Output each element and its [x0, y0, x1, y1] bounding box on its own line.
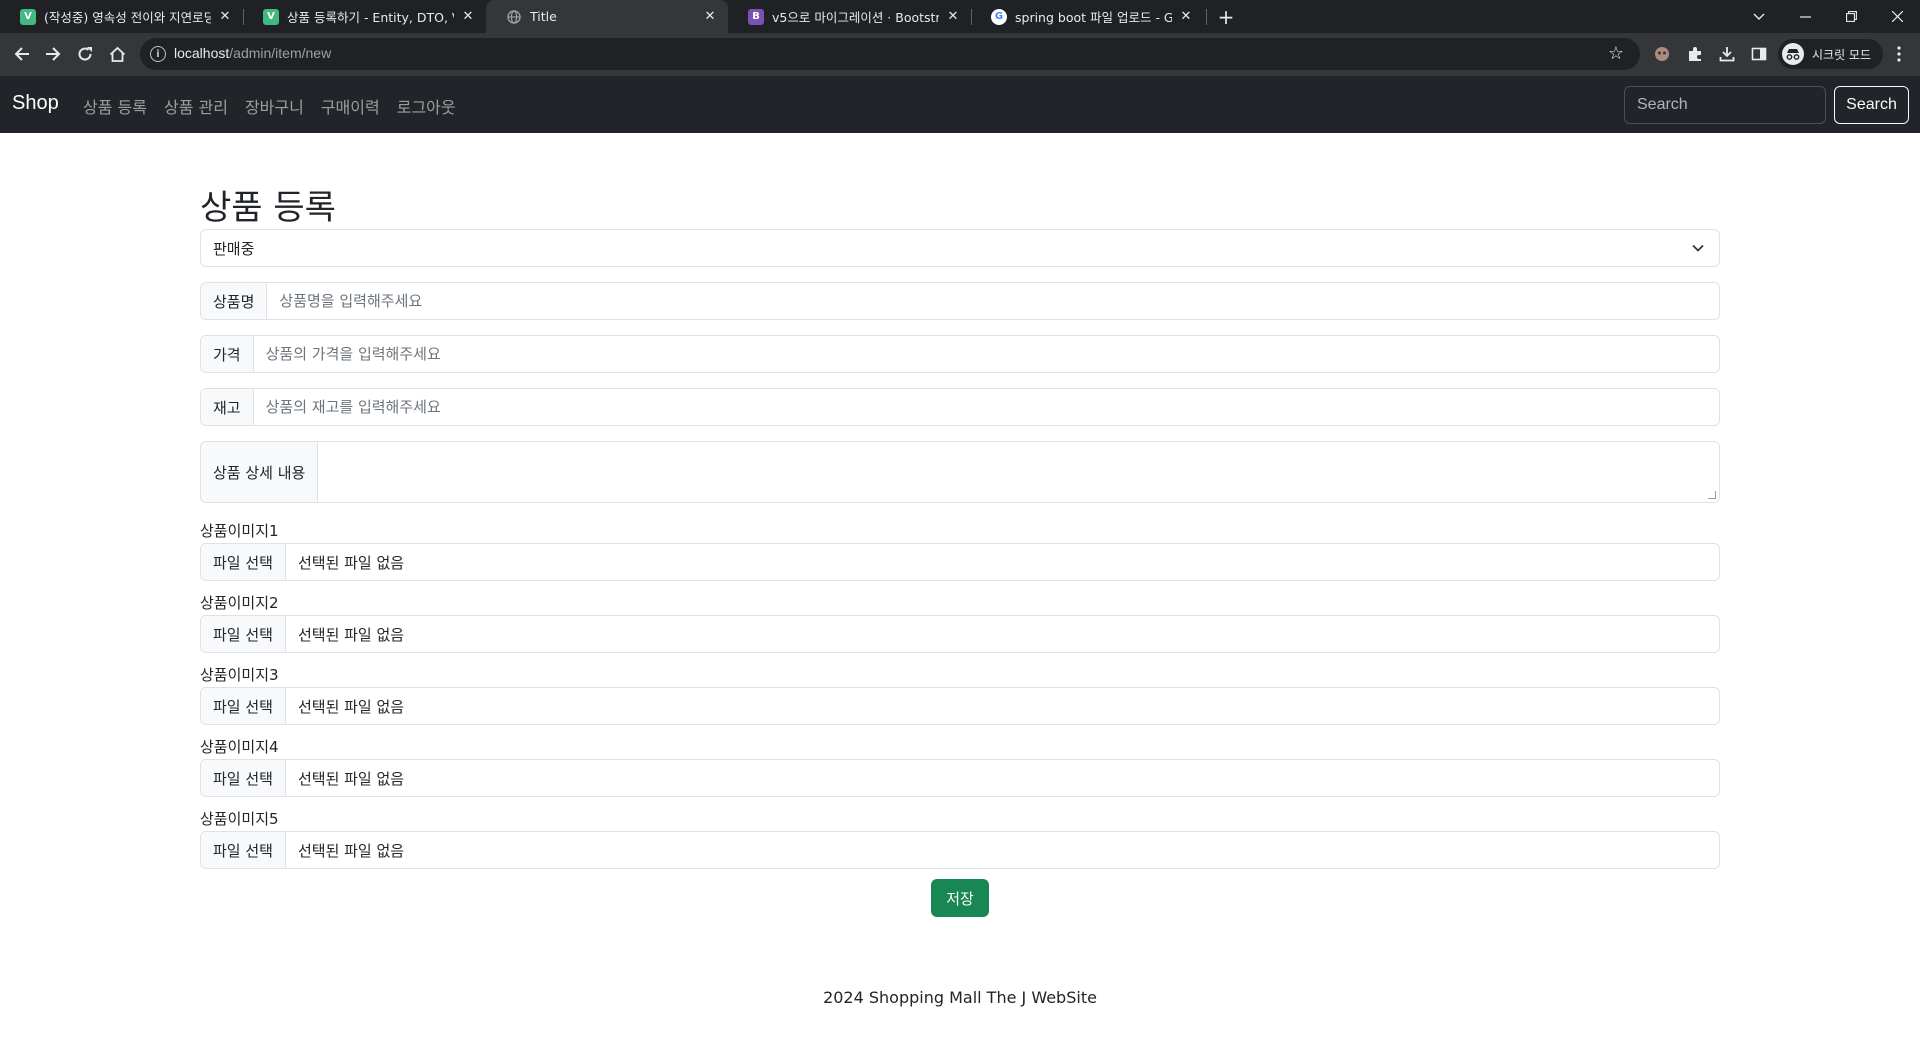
image-file-input-2[interactable]: 파일 선택 선택된 파일 없음: [200, 615, 1720, 653]
image-label-4: 상품이미지4: [200, 738, 279, 756]
chevron-down-icon: [1692, 244, 1704, 252]
globe-icon: [506, 9, 522, 25]
image-label-2: 상품이미지2: [200, 594, 279, 612]
image-label-1: 상품이미지1: [200, 522, 279, 540]
save-button[interactable]: 저장: [931, 879, 989, 917]
item-detail-label: 상품 상세 내용: [201, 442, 319, 502]
stock-label: 재고: [201, 389, 254, 425]
close-icon[interactable]: ✕: [217, 9, 233, 25]
price-group: 가격: [200, 335, 1720, 373]
nav-links: 상품 등록 상품 관리 장바구니 구매이력 로그아웃: [83, 94, 473, 118]
url-text[interactable]: localhost/admin/item/new: [174, 45, 331, 61]
file-status-1: 선택된 파일 없음: [297, 553, 405, 572]
close-window-icon[interactable]: [1874, 0, 1920, 33]
item-detail-group: 상품 상세 내용: [200, 441, 1720, 503]
resize-grip-icon[interactable]: [1708, 491, 1716, 499]
sell-status-select[interactable]: 판매중: [200, 229, 1720, 267]
google-favicon-icon: G: [991, 8, 1007, 25]
choose-file-button-1[interactable]: 파일 선택: [201, 544, 286, 580]
page-title: 상품 등록: [200, 188, 336, 228]
browser-tab-1[interactable]: V (작성중) 영속성 전이와 지연로딩 ✕: [0, 0, 243, 33]
nav-link-register[interactable]: 상품 등록: [83, 94, 147, 118]
image-file-input-4[interactable]: 파일 선택 선택된 파일 없음: [200, 759, 1720, 797]
site-info-icon[interactable]: i: [150, 46, 166, 62]
bookmark-star-icon[interactable]: ☆: [1606, 44, 1626, 64]
vue-favicon-icon: V: [20, 8, 36, 25]
back-arrow-icon[interactable]: [9, 41, 35, 67]
nav-search-input[interactable]: [1624, 86, 1826, 124]
nav-link-orders[interactable]: 구매이력: [321, 94, 380, 118]
browser-tab-3-active[interactable]: Title ✕: [486, 0, 728, 33]
item-name-label: 상품명: [201, 283, 268, 319]
image-file-input-1[interactable]: 파일 선택 선택된 파일 없음: [200, 543, 1720, 581]
address-bar[interactable]: i localhost/admin/item/new ☆: [140, 38, 1640, 70]
tab-title: 상품 등록하기 - Entity, DTO, View: [287, 10, 454, 25]
download-icon[interactable]: [1714, 41, 1740, 67]
nav-search-button[interactable]: Search: [1834, 86, 1909, 124]
forward-arrow-icon[interactable]: [40, 41, 66, 67]
close-icon[interactable]: ✕: [702, 9, 718, 25]
side-panel-icon[interactable]: [1746, 41, 1772, 67]
url-path: /admin/item/new: [229, 45, 332, 61]
tab-search-chevron-icon[interactable]: [1736, 0, 1782, 33]
tab-title: spring boot 파일 업로드 - Google: [1015, 10, 1172, 25]
file-status-3: 선택된 파일 없음: [297, 697, 405, 716]
reload-icon[interactable]: [72, 41, 98, 67]
tab-title: (작성중) 영속성 전이와 지연로딩: [44, 10, 211, 25]
kebab-menu-icon[interactable]: [1886, 41, 1912, 67]
browser-tab-4[interactable]: B v5으로 마이그레이션 · Bootstrap ✕: [728, 0, 971, 33]
brand-logo-link[interactable]: Shop: [12, 92, 59, 115]
item-name-group: 상품명: [200, 282, 1720, 320]
choose-file-button-3[interactable]: 파일 선택: [201, 688, 286, 724]
sell-status-selected-value: 판매중: [213, 239, 255, 258]
bootstrap-favicon-icon: B: [748, 8, 764, 25]
incognito-profile-button[interactable]: 시크릿 모드: [1778, 39, 1884, 69]
puzzle-extensions-icon[interactable]: [1682, 41, 1708, 67]
restore-icon[interactable]: [1828, 0, 1874, 33]
close-icon[interactable]: ✕: [1178, 9, 1194, 25]
price-input[interactable]: [253, 336, 1719, 372]
new-tab-plus-icon[interactable]: +: [1214, 0, 1238, 33]
file-status-2: 선택된 파일 없음: [297, 625, 405, 644]
close-icon[interactable]: ✕: [945, 9, 961, 25]
choose-file-button-5[interactable]: 파일 선택: [201, 832, 286, 868]
image-label-3: 상품이미지3: [200, 666, 279, 684]
browser-tab-5[interactable]: G spring boot 파일 업로드 - Google ✕: [971, 0, 1204, 33]
image-file-input-5[interactable]: 파일 선택 선택된 파일 없음: [200, 831, 1720, 869]
file-status-4: 선택된 파일 없음: [297, 769, 405, 788]
profile-label: 시크릿 모드: [1812, 47, 1872, 62]
nav-link-cart[interactable]: 장바구니: [245, 94, 304, 118]
minimize-icon[interactable]: [1782, 0, 1828, 33]
browser-tab-2[interactable]: V 상품 등록하기 - Entity, DTO, View ✕: [243, 0, 486, 33]
tab-title: v5으로 마이그레이션 · Bootstrap: [772, 10, 939, 25]
tab-separator: [1206, 9, 1207, 25]
extension-icon[interactable]: [1649, 41, 1675, 67]
browser-tab-strip: V (작성중) 영속성 전이와 지연로딩 ✕ V 상품 등록하기 - Entit…: [0, 0, 1920, 33]
footer-text: 2024 Shopping Mall The J WebSite: [823, 988, 1097, 1007]
image-label-5: 상품이미지5: [200, 810, 279, 828]
image-file-input-3[interactable]: 파일 선택 선택된 파일 없음: [200, 687, 1720, 725]
browser-toolbar: i localhost/admin/item/new ☆ 시크릿 모드: [0, 33, 1920, 76]
choose-file-button-4[interactable]: 파일 선택: [201, 760, 286, 796]
site-navbar: Shop 상품 등록 상품 관리 장바구니 구매이력 로그아웃 Search: [0, 76, 1920, 133]
close-icon[interactable]: ✕: [460, 9, 476, 25]
incognito-icon: [1782, 43, 1804, 65]
stock-group: 재고: [200, 388, 1720, 426]
item-name-input[interactable]: [267, 283, 1719, 319]
url-host: localhost: [174, 45, 230, 61]
tab-title: Title: [530, 9, 557, 24]
home-icon[interactable]: [104, 41, 130, 67]
nav-link-logout[interactable]: 로그아웃: [397, 94, 456, 118]
file-status-5: 선택된 파일 없음: [297, 841, 405, 860]
stock-input[interactable]: [253, 389, 1719, 425]
item-detail-textarea[interactable]: [318, 442, 1719, 502]
choose-file-button-2[interactable]: 파일 선택: [201, 616, 286, 652]
nav-link-manage[interactable]: 상품 관리: [164, 94, 228, 118]
price-label: 가격: [201, 336, 254, 372]
vue-favicon-icon: V: [263, 8, 279, 25]
